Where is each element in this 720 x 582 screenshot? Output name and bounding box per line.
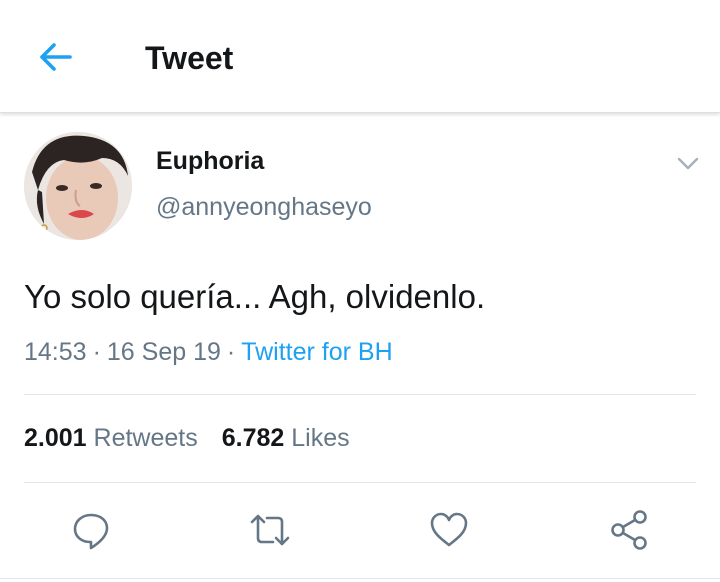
chevron-down-icon (677, 157, 699, 170)
tweet-metadata: 14:53 · 16 Sep 19 · Twitter for BH (24, 335, 393, 369)
likes-count: 6.782 (221, 424, 285, 452)
likes-stat[interactable]: 6.782 Likes (222, 424, 350, 452)
tweet-time: 14:53 (24, 338, 87, 366)
tweet-detail-screen: Tweet Euphoria @annyeonghaseyo Yo solo q… (0, 0, 720, 582)
tweet-date: 16 Sep 19 (106, 338, 221, 366)
back-button[interactable] (30, 36, 80, 78)
separator-dot: · (92, 338, 101, 366)
more-options-button[interactable] (672, 148, 704, 180)
reply-icon (73, 513, 109, 550)
retweets-label: Retweets (93, 424, 198, 452)
retweet-icon (250, 514, 290, 546)
avatar[interactable] (24, 132, 132, 240)
top-app-bar: Tweet (0, 0, 720, 113)
divider (24, 394, 696, 395)
retweets-count: 2.001 (24, 424, 87, 452)
divider (0, 578, 720, 579)
tweet-source-link[interactable]: Twitter for BH (241, 338, 392, 366)
reply-button[interactable] (69, 508, 113, 552)
likes-label: Likes (291, 424, 350, 452)
profile-photo (24, 132, 132, 240)
separator-dot: · (226, 338, 236, 366)
share-button[interactable] (607, 508, 651, 552)
user-handle[interactable]: @annyeonghaseyo (156, 191, 372, 223)
page-title: Tweet (145, 40, 234, 76)
retweets-stat[interactable]: 2.001 Retweets (24, 424, 198, 452)
like-icon (430, 512, 468, 547)
share-icon (611, 510, 647, 550)
arrow-left-icon (40, 43, 72, 71)
divider (24, 482, 696, 483)
tweet-stats: 2.001 Retweets 6.782 Likes (24, 421, 350, 455)
display-name[interactable]: Euphoria (156, 145, 264, 177)
tweet-text: Yo solo quería... Agh, olvidenlo. (24, 278, 486, 315)
like-button[interactable] (427, 508, 471, 552)
retweet-button[interactable] (248, 508, 292, 552)
